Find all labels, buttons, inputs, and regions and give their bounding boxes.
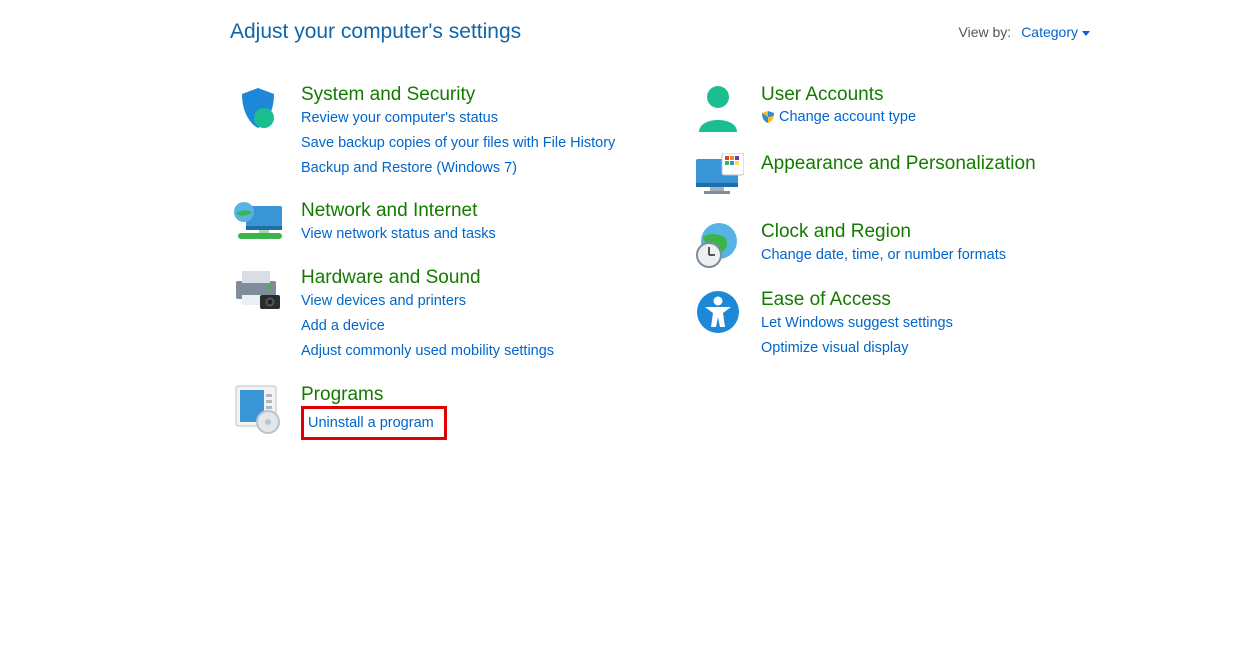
category-title-clock[interactable]: Clock and Region <box>761 221 911 243</box>
category-title-network[interactable]: Network and Internet <box>301 200 477 222</box>
category-ease-of-access: Ease of Access Let Windows suggest setti… <box>690 289 1090 361</box>
printer-camera-icon <box>230 267 286 363</box>
link-network-status[interactable]: View network status and tasks <box>301 223 496 245</box>
link-review-status[interactable]: Review your computer's status <box>301 107 498 129</box>
view-by-dropdown[interactable]: Category <box>1021 24 1090 40</box>
link-uninstall-program[interactable]: Uninstall a program <box>308 412 434 434</box>
category-clock: Clock and Region Change date, time, or n… <box>690 221 1090 269</box>
category-network: Network and Internet View network status… <box>230 200 630 247</box>
category-title-hardware[interactable]: Hardware and Sound <box>301 267 481 289</box>
clock-globe-icon <box>690 221 746 269</box>
link-backup-restore[interactable]: Backup and Restore (Windows 7) <box>301 157 517 179</box>
link-add-device[interactable]: Add a device <box>301 315 385 337</box>
view-by-value: Category <box>1021 24 1078 40</box>
link-devices-printers[interactable]: View devices and printers <box>301 290 466 312</box>
category-hardware: Hardware and Sound View devices and prin… <box>230 267 630 363</box>
category-system-security: System and Security Review your computer… <box>230 84 630 180</box>
view-by-label: View by: <box>959 24 1012 40</box>
accessibility-icon <box>690 289 746 361</box>
header-row: Adjust your computer's settings View by:… <box>230 20 1090 44</box>
chevron-down-icon <box>1082 31 1090 36</box>
category-title-system[interactable]: System and Security <box>301 84 475 106</box>
shield-icon <box>230 84 286 180</box>
monitor-color-icon <box>690 153 746 201</box>
category-title-programs[interactable]: Programs <box>301 384 383 406</box>
category-appearance: Appearance and Personalization <box>690 153 1090 201</box>
category-title-users[interactable]: User Accounts <box>761 84 884 106</box>
category-programs: Programs Uninstall a program <box>230 384 630 441</box>
user-icon <box>690 84 746 133</box>
left-column: System and Security Review your computer… <box>230 84 630 460</box>
link-optimize-display[interactable]: Optimize visual display <box>761 337 908 359</box>
category-title-appearance[interactable]: Appearance and Personalization <box>761 153 1036 175</box>
programs-icon <box>230 384 286 441</box>
link-mobility-settings[interactable]: Adjust commonly used mobility settings <box>301 340 554 362</box>
highlight-uninstall: Uninstall a program <box>301 406 447 441</box>
category-user-accounts: User Accounts <box>690 84 1090 133</box>
uac-shield-icon <box>761 110 775 124</box>
view-by: View by: Category <box>959 24 1090 40</box>
link-windows-suggest[interactable]: Let Windows suggest settings <box>761 312 953 334</box>
category-title-ease[interactable]: Ease of Access <box>761 289 891 311</box>
link-change-date-time[interactable]: Change date, time, or number formats <box>761 244 1006 266</box>
link-file-history[interactable]: Save backup copies of your files with Fi… <box>301 132 615 154</box>
globe-monitor-icon <box>230 200 286 247</box>
page-title: Adjust your computer's settings <box>230 20 521 44</box>
link-change-account-type-text: Change account type <box>779 106 916 128</box>
right-column: User Accounts <box>690 84 1090 460</box>
link-change-account-type[interactable]: Change account type <box>761 106 916 128</box>
